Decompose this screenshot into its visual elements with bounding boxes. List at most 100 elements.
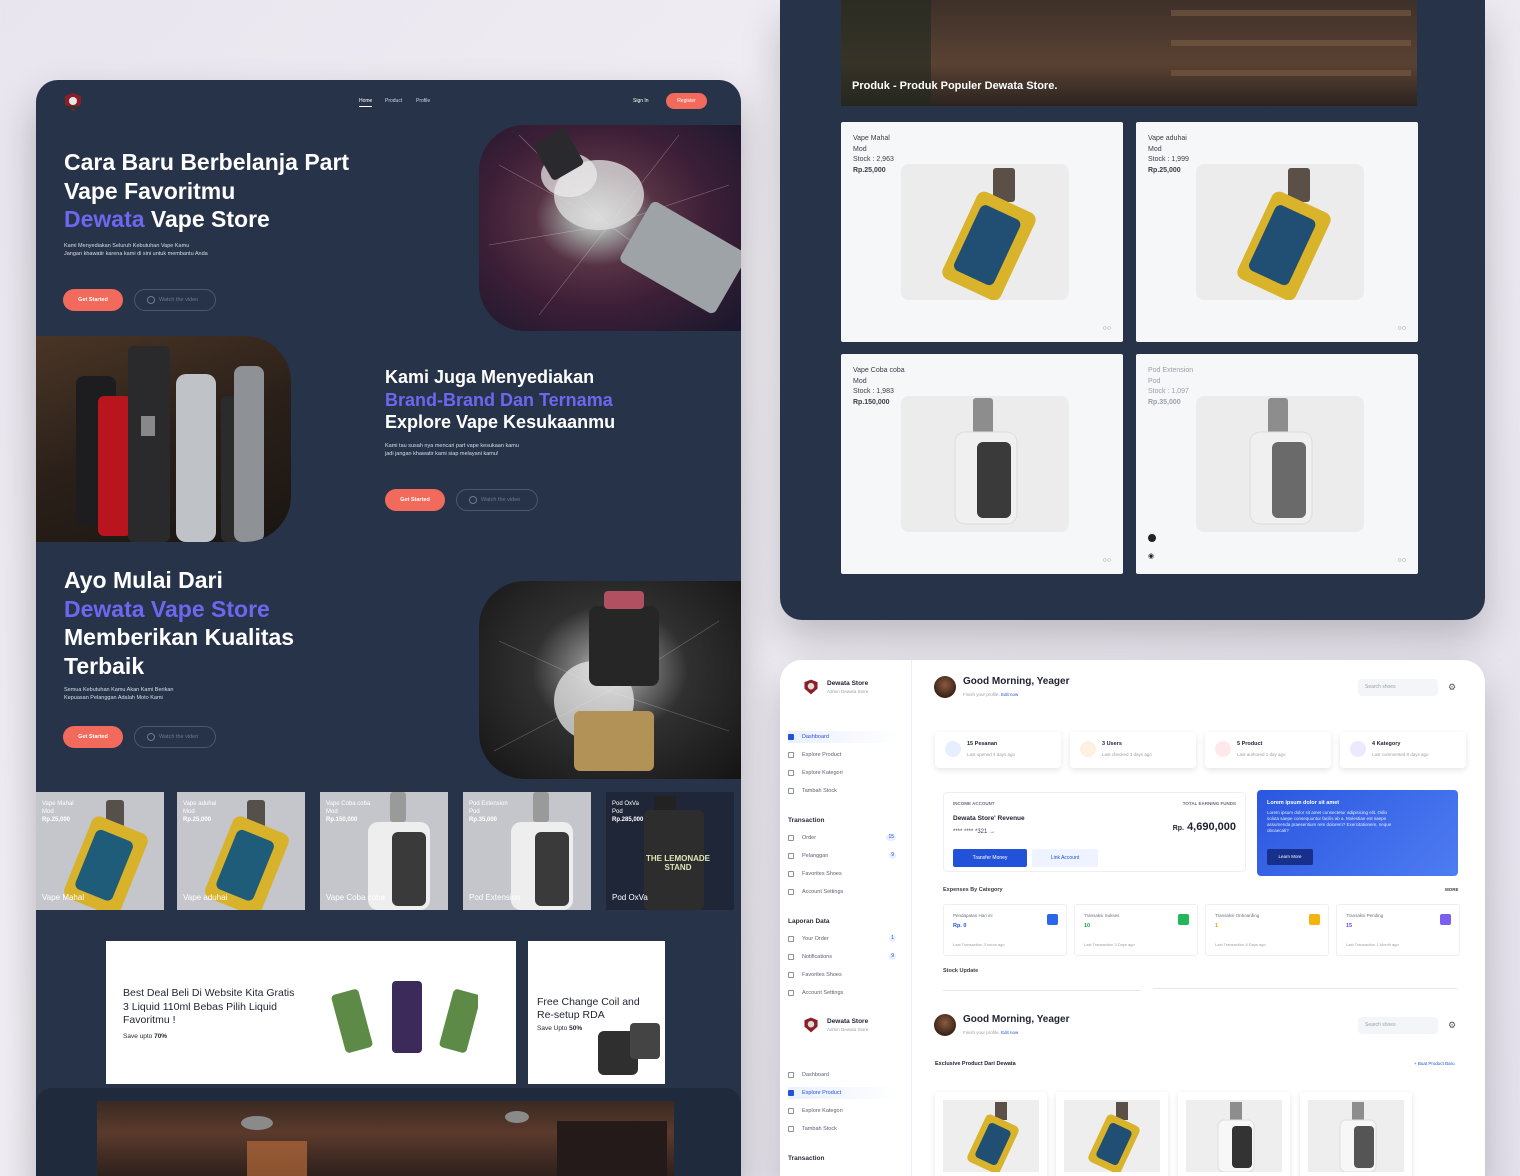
cart-icon: [945, 741, 961, 757]
create-product-link[interactable]: + Buat Product Baru: [1414, 1061, 1455, 1066]
nav-home[interactable]: Home: [359, 98, 373, 107]
nav-product[interactable]: Product: [385, 98, 402, 104]
product-meta: Vape Mahal Mod Stock : 2,963 Rp.25,000: [853, 135, 894, 174]
sidebar-item-explore-product[interactable]: Explore Product: [788, 1087, 900, 1099]
sidebar-item-explore-product[interactable]: Explore Product: [788, 749, 900, 761]
sidebar-item-account-settings-2[interactable]: Account Settings: [788, 987, 900, 999]
gear-icon[interactable]: ⚙: [1448, 1020, 1456, 1031]
popular-product-card[interactable]: Vape Mahal Mod Stock : 2,963 Rp.25,000 ○○: [841, 122, 1123, 342]
more-options-icon[interactable]: ○○: [1398, 557, 1406, 564]
tag-icon: [1350, 741, 1366, 757]
sign-in-link[interactable]: Sign In: [633, 98, 649, 104]
promo-coil-card[interactable]: Free Change Coil and Re-setup RDA Save Up…: [528, 941, 665, 1084]
stock-update-table: [943, 990, 1141, 998]
gear-icon: [788, 990, 794, 996]
store-logo[interactable]: [802, 1016, 820, 1034]
store-logo[interactable]: [62, 92, 84, 112]
stat-card-kategory[interactable]: 4 Kategory Last commented 8 days ago: [1340, 732, 1466, 768]
admin-dashboard: Dewata Store Admin Dewata Store Dashboar…: [780, 660, 1485, 1176]
mini-stat-card[interactable]: Transaksi Onboarding 1 Last Transaction 5 …: [1205, 904, 1329, 956]
arrow-right-icon[interactable]: →: [989, 829, 995, 835]
refresh-icon: [1309, 914, 1320, 925]
sidebar-item-dashboard[interactable]: Dashboard: [788, 1069, 900, 1081]
product-meta: Pod Extension Pod Rp.35,000: [469, 801, 508, 823]
popular-product-card[interactable]: Vape aduhai Mod Stock : 1,999 Rp.25,000 ○○: [1136, 122, 1418, 342]
check-icon: [1178, 914, 1189, 925]
sidebar: Dewata Store Admin Dewata Store Dashboar…: [780, 660, 912, 1176]
vape-mod-image: [943, 1100, 1039, 1172]
sidebar-item-your-order[interactable]: Your Order 1: [788, 933, 900, 945]
more-options-icon[interactable]: ○○: [1103, 325, 1111, 332]
more-link[interactable]: MORE: [1445, 887, 1459, 892]
exclusive-product-card[interactable]: [1056, 1092, 1168, 1176]
sidebar-item-pelanggan[interactable]: Pelanggan 9: [788, 850, 900, 862]
add-icon[interactable]: [1148, 534, 1156, 542]
sidebar-item-explore-kategori[interactable]: Explore Kategori: [788, 767, 900, 779]
sidebar-item-tambah-stock[interactable]: Tambah Stock: [788, 785, 900, 797]
finish-profile-text: Finish your profile. Edit now: [963, 1030, 1019, 1035]
mini-stat-card[interactable]: Transaksi Sukses 10 Last Transaction 3 Day…: [1074, 904, 1198, 956]
stat-card-pesanan[interactable]: 15 Pesanan Last opened 4 days ago: [935, 732, 1061, 768]
more-options-icon[interactable]: ○○: [1398, 325, 1406, 332]
bag-icon: [788, 936, 794, 942]
get-started-button-3[interactable]: Get Started: [63, 726, 123, 748]
sidebar-item-dashboard[interactable]: Dashboard: [788, 731, 900, 743]
nav-profile[interactable]: Profile: [416, 98, 430, 104]
product-card[interactable]: Pod Extension Pod Rp.35,000 Pod Extension: [463, 792, 591, 910]
mini-stat-card[interactable]: Transaksi Pending 15 Last Transaction 1 Mo…: [1336, 904, 1460, 956]
exclusive-product-card[interactable]: [1178, 1092, 1290, 1176]
product-card[interactable]: Vape Coba coba Mod Rp.150,000 Vape Coba co…: [320, 792, 448, 910]
grid-icon: [788, 1090, 794, 1096]
box-icon: [788, 788, 794, 794]
total-earning-label: TOTAL EARNING FUNDS: [1182, 801, 1236, 806]
transfer-money-button[interactable]: Transfer Money: [953, 849, 1027, 867]
edit-now-link[interactable]: Edit now: [1001, 1030, 1018, 1035]
product-image: [901, 396, 1069, 532]
view-icon[interactable]: ◉: [1148, 552, 1154, 560]
sidebar-item-tambah-stock[interactable]: Tambah Stock: [788, 1123, 900, 1135]
sidebar-item-account-settings[interactable]: Account Settings: [788, 886, 900, 898]
edit-now-link[interactable]: Edit now: [1001, 692, 1018, 697]
mini-stat-card[interactable]: Pendapatan Hari ini Rp. 0 Last Transaction…: [943, 904, 1067, 956]
watch-video-button-2[interactable]: Watch the video: [456, 489, 538, 511]
sidebar-item-favorites-2[interactable]: Favorites Shoes: [788, 969, 900, 981]
search-input[interactable]: Search shoes: [1358, 1017, 1438, 1034]
get-started-button-2[interactable]: Get Started: [385, 489, 445, 511]
popular-product-card[interactable]: Pod Extension Pod Stock : 1,097 Rp.35,000 ◉…: [1136, 354, 1418, 574]
product-meta: Pod OxVa Pod Rp.285,000: [612, 801, 644, 823]
sidebar-item-order[interactable]: Order 15: [788, 832, 900, 844]
more-options-icon[interactable]: ○○: [1103, 557, 1111, 564]
stock-update-heading: Stock Update: [943, 968, 979, 974]
vape-box-image: [1186, 1100, 1282, 1172]
stat-card-users[interactable]: 3 Users Last checked 3 days ago: [1070, 732, 1196, 768]
avatar[interactable]: [934, 676, 956, 698]
bell-icon: [788, 954, 794, 960]
gear-icon[interactable]: ⚙: [1448, 682, 1456, 693]
register-button[interactable]: Register: [666, 93, 707, 109]
product-card[interactable]: THE LEMONADE STAND Pod OxVa Pod Rp.285,000…: [606, 792, 734, 910]
learn-more-button[interactable]: Learn More: [1267, 849, 1313, 865]
popular-product-card[interactable]: Vape Coba coba Mod Stock : 1,983 Rp.150,000…: [841, 354, 1123, 574]
sidebar-item-notifications[interactable]: Notifications 9: [788, 951, 900, 963]
vape-box-image: [1249, 398, 1313, 525]
watch-video-button[interactable]: Watch the video: [134, 289, 216, 311]
avatar[interactable]: [934, 1014, 956, 1036]
promo-liquid-card[interactable]: Best Deal Beli Di Website Kita Gratis 3 L…: [106, 941, 516, 1084]
grid-icon: [788, 770, 794, 776]
sidebar-item-explore-kategori[interactable]: Explore Kategori: [788, 1105, 900, 1117]
exclusive-product-card[interactable]: [1300, 1092, 1412, 1176]
store-logo[interactable]: [802, 678, 820, 696]
watch-video-button-3[interactable]: Watch the video: [134, 726, 216, 748]
exclusive-product-card[interactable]: [935, 1092, 1047, 1176]
sidebar-section-transaction: Transaction: [788, 1155, 825, 1162]
hero3-heading: Ayo Mulai Dari Dewata Vape Store Memberi…: [64, 567, 295, 679]
product-card[interactable]: Vape Mahal Mod Rp.25,000 Vape Mahal: [36, 792, 164, 910]
product-card[interactable]: Vape aduhai Mod Rp.25,000 Vape aduhai: [177, 792, 305, 910]
stat-card-product[interactable]: 5 Product Last authored 1 day ago: [1205, 732, 1331, 768]
search-input[interactable]: Search shoes: [1358, 679, 1438, 696]
sidebar-item-favorites[interactable]: Favorites Shoes: [788, 868, 900, 880]
get-started-button[interactable]: Get Started: [63, 289, 123, 311]
link-account-button[interactable]: Link Account: [1032, 849, 1098, 867]
dashboard-icon: [788, 734, 794, 740]
lorem-title: Lorem ipsum dolor sit amet: [1267, 800, 1340, 806]
